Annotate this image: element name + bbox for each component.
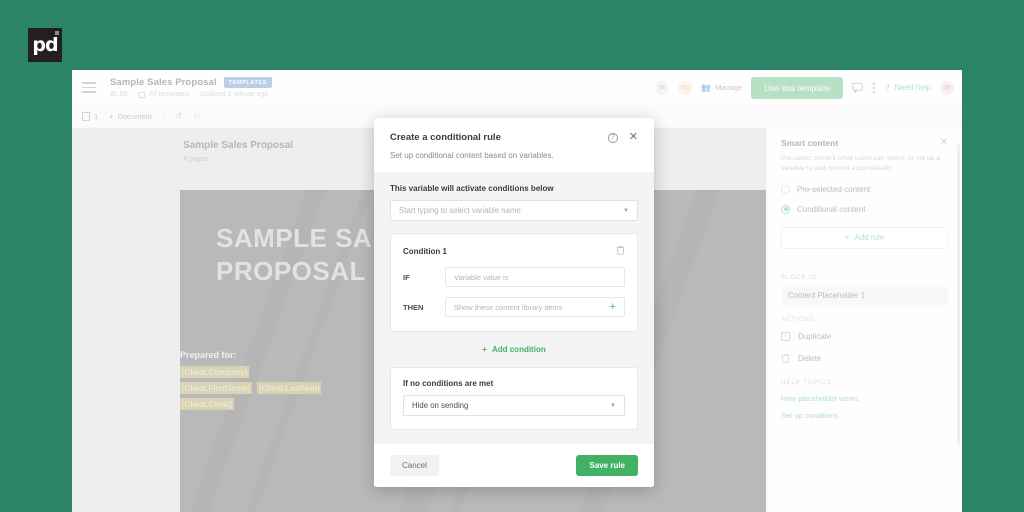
- logo-dot: [55, 31, 59, 35]
- conditional-rule-modal: Create a conditional rule ? ✕ Set up con…: [374, 118, 654, 487]
- condition-card: Condition 1 IF Variable value is THEN Sh…: [390, 233, 638, 332]
- modal-header: Create a conditional rule ? ✕ Set up con…: [374, 118, 654, 172]
- chevron-down-icon: ▼: [610, 402, 616, 409]
- condition-title: Condition 1: [403, 246, 447, 256]
- then-input-placeholder: Show these content library items: [454, 302, 563, 312]
- chevron-down-icon: ▼: [623, 207, 629, 214]
- modal-title: Create a conditional rule: [390, 132, 501, 143]
- variable-select-placeholder: Start typing to select variable name: [399, 206, 521, 215]
- add-condition-button[interactable]: + Add condition: [390, 345, 638, 354]
- trash-icon[interactable]: [616, 245, 625, 257]
- then-input[interactable]: Show these content library items +: [445, 297, 625, 317]
- app-window: Sample Sales Proposal TEMPLATES $0.00 · …: [72, 70, 962, 512]
- add-condition-label: Add condition: [491, 345, 546, 354]
- logo-text: pd: [32, 33, 58, 56]
- plus-icon: +: [482, 345, 487, 354]
- modal-subtitle: Set up conditional content based on vari…: [390, 151, 554, 160]
- if-label: IF: [403, 272, 410, 282]
- cancel-button[interactable]: Cancel: [390, 455, 439, 476]
- variable-select[interactable]: Start typing to select variable name ▼: [390, 200, 638, 221]
- if-input[interactable]: Variable value is: [445, 267, 625, 287]
- question-circle-icon[interactable]: ?: [607, 132, 618, 143]
- no-conditions-card: If no conditions are met Hide on sending…: [390, 367, 638, 430]
- modal-content: This variable will activate conditions b…: [374, 172, 654, 444]
- condition-then-row: THEN Show these content library items +: [403, 297, 625, 317]
- pandadoc-logo: pd: [28, 28, 62, 62]
- save-rule-button[interactable]: Save rule: [576, 455, 638, 476]
- no-conditions-value: Hide on sending: [412, 401, 469, 410]
- then-label: THEN: [403, 302, 424, 312]
- close-icon[interactable]: ✕: [629, 132, 638, 143]
- no-conditions-label: If no conditions are met: [403, 379, 494, 388]
- no-conditions-select[interactable]: Hide on sending ▼: [403, 395, 625, 416]
- plus-icon[interactable]: +: [610, 301, 616, 313]
- modal-footer: Cancel Save rule: [374, 444, 654, 487]
- variable-field-label: This variable will activate conditions b…: [390, 184, 554, 193]
- condition-if-row: IF Variable value is: [403, 267, 625, 287]
